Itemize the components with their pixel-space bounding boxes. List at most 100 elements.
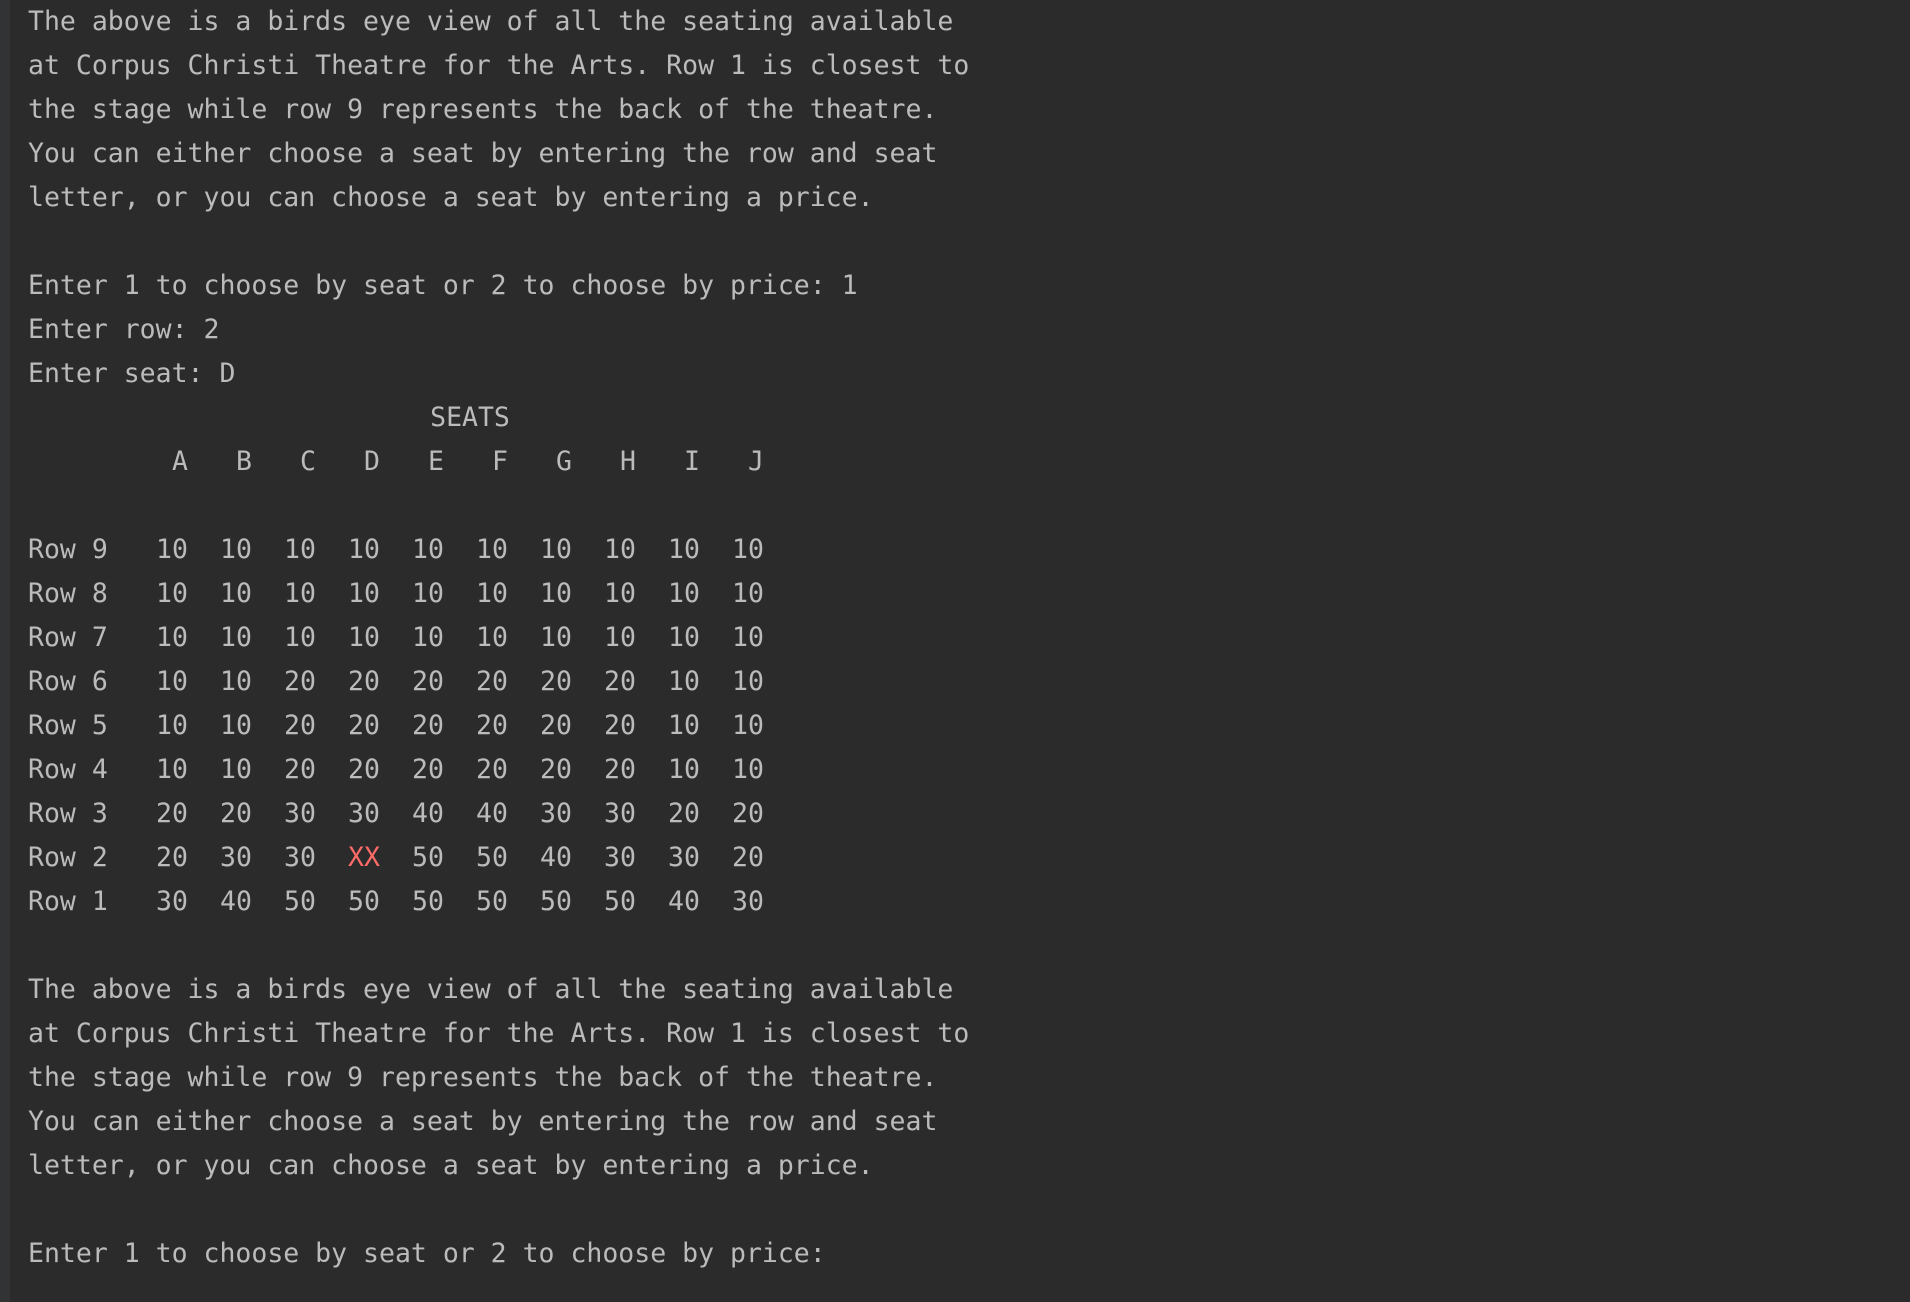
intro-line: at Corpus Christi Theatre for the Arts. …	[28, 1018, 970, 1049]
seat-price: 10	[156, 578, 188, 609]
seat-column-header: B	[236, 446, 252, 477]
seat-price: 50	[476, 886, 508, 917]
seat-price: 20	[540, 710, 572, 741]
seat-price: 10	[604, 622, 636, 653]
seat-price: 20	[156, 842, 188, 873]
seat-price: 10	[156, 710, 188, 741]
seat-price: 50	[284, 886, 316, 917]
seat-price: 10	[220, 666, 252, 697]
seat-price: 10	[540, 578, 572, 609]
seat-price: 10	[732, 710, 764, 741]
seat-price: 10	[220, 578, 252, 609]
seat-price: 10	[476, 534, 508, 565]
seat-price: 20	[220, 798, 252, 829]
seat-price: 10	[220, 710, 252, 741]
seats-title: SEATS	[430, 402, 510, 433]
seat-price: 30	[604, 842, 636, 873]
intro-line: the stage while row 9 represents the bac…	[28, 1062, 938, 1093]
seat-price: 30	[668, 842, 700, 873]
seat-price: 10	[348, 622, 380, 653]
seat-price: 10	[156, 754, 188, 785]
seat-price: 10	[604, 534, 636, 565]
seat-price: 10	[220, 622, 252, 653]
seat-price: 10	[412, 622, 444, 653]
seat-column-header: G	[556, 446, 572, 477]
seat-price: 10	[604, 578, 636, 609]
seat-price: 20	[476, 710, 508, 741]
seat-price: 20	[348, 754, 380, 785]
seat-row-label: Row 8	[28, 578, 108, 609]
row-prompt: Enter row: 2	[28, 308, 219, 352]
seat-price: 10	[668, 578, 700, 609]
seat-price: 10	[284, 622, 316, 653]
seat-price: 30	[540, 798, 572, 829]
row-prompt-text: Enter row:	[28, 314, 204, 345]
seat-price: 20	[476, 666, 508, 697]
seat-price: 20	[412, 666, 444, 697]
seat-price: 20	[540, 666, 572, 697]
seat-price: 10	[668, 666, 700, 697]
seat-price: 20	[476, 754, 508, 785]
intro-line: at Corpus Christi Theatre for the Arts. …	[28, 50, 970, 81]
intro-line: The above is a birds eye view of all the…	[28, 974, 954, 1005]
seat-price: 10	[220, 754, 252, 785]
seat-taken: XX	[348, 842, 380, 873]
seat-price: 50	[476, 842, 508, 873]
seat-column-header: H	[620, 446, 636, 477]
seat-price: 10	[156, 622, 188, 653]
seat-price: 10	[476, 578, 508, 609]
seat-row-label: Row 9	[28, 534, 108, 565]
seat-price: 20	[604, 666, 636, 697]
seat-price: 30	[604, 798, 636, 829]
intro-line: letter, or you can choose a seat by ente…	[28, 1150, 874, 1181]
seat-price: 30	[284, 798, 316, 829]
seat-row-label: Row 3	[28, 798, 108, 829]
seat-price: 10	[348, 534, 380, 565]
seat-column-header: A	[172, 446, 188, 477]
seat-price: 20	[412, 710, 444, 741]
mode-prompt-2-text: Enter 1 to choose by seat or 2 to choose…	[28, 1238, 842, 1269]
seat-prompt-value: D	[219, 358, 236, 389]
seat-price: 10	[732, 534, 764, 565]
seat-price: 20	[348, 666, 380, 697]
run-console-output[interactable]: The above is a birds eye view of all the…	[0, 0, 1910, 1302]
row-prompt-value: 2	[203, 314, 220, 345]
seat-price: 30	[348, 798, 380, 829]
seat-row-label: Row 2	[28, 842, 108, 873]
seat-price: 10	[220, 534, 252, 565]
seat-row-label: Row 6	[28, 666, 108, 697]
seat-price: 50	[412, 842, 444, 873]
intro-line: letter, or you can choose a seat by ente…	[28, 182, 874, 213]
seat-price: 40	[412, 798, 444, 829]
mode-prompt: Enter 1 to choose by seat or 2 to choose…	[28, 264, 858, 308]
seat-price: 10	[732, 666, 764, 697]
seat-price: 10	[412, 578, 444, 609]
seat-price: 30	[284, 842, 316, 873]
seat-price: 20	[604, 754, 636, 785]
seat-column-header: J	[748, 446, 764, 477]
seat-price: 20	[732, 798, 764, 829]
seat-price: 50	[604, 886, 636, 917]
intro-line: the stage while row 9 represents the bac…	[28, 94, 938, 125]
seat-price: 10	[668, 710, 700, 741]
seat-row-label: Row 7	[28, 622, 108, 653]
seat-price: 50	[348, 886, 380, 917]
seat-price: 20	[284, 754, 316, 785]
seat-price: 40	[540, 842, 572, 873]
seat-price: 10	[732, 578, 764, 609]
seat-price: 10	[540, 534, 572, 565]
mode-prompt-value: 1	[841, 270, 858, 301]
seat-prompt: Enter seat: D	[28, 352, 235, 396]
seat-price: 30	[156, 886, 188, 917]
seat-price: 30	[732, 886, 764, 917]
seat-price: 40	[476, 798, 508, 829]
mode-prompt-2[interactable]: Enter 1 to choose by seat or 2 to choose…	[28, 1232, 842, 1276]
seat-row-label: Row 5	[28, 710, 108, 741]
seat-price: 20	[604, 710, 636, 741]
seat-column-header: E	[428, 446, 444, 477]
seat-column-header: D	[364, 446, 380, 477]
intro-line: You can either choose a seat by entering…	[28, 138, 938, 169]
seat-price: 20	[156, 798, 188, 829]
seat-price: 20	[668, 798, 700, 829]
seat-price: 20	[348, 710, 380, 741]
